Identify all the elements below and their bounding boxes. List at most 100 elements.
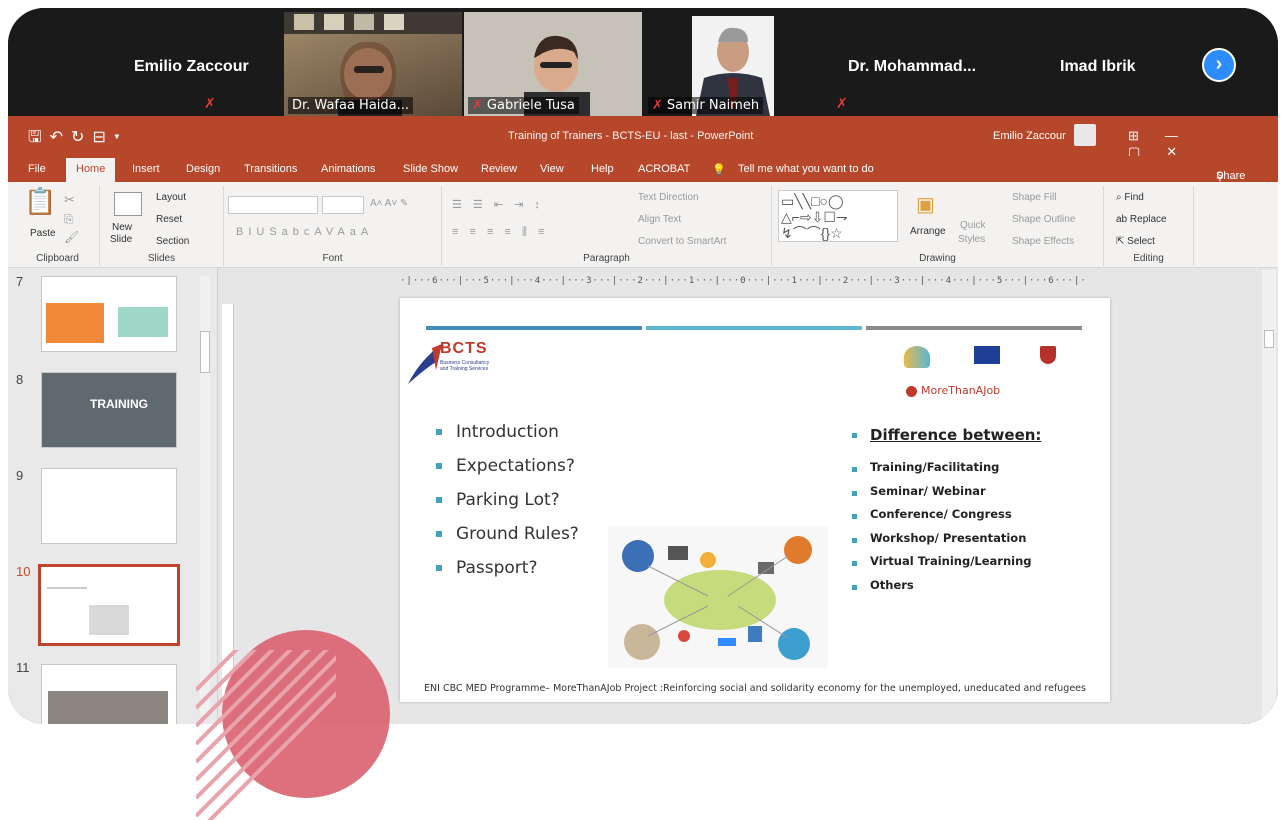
slide-canvas[interactable]: BCTS Business Consultancy and Training S… [400, 298, 1110, 702]
slide-number: 11 [16, 660, 30, 675]
shape-fill-button[interactable]: Shape Fill [1012, 192, 1056, 203]
participant-video[interactable]: ✗ Samir Naimeh [644, 12, 822, 116]
font-name-dropdown[interactable] [228, 196, 318, 214]
tab-file[interactable]: File [28, 163, 46, 175]
new-slide-button-line2[interactable]: Slide [110, 234, 132, 245]
decorative-stripes [196, 650, 336, 820]
thumbnail-image [46, 303, 104, 343]
eu-flag-logo [974, 346, 1000, 364]
arrange-button[interactable]: Arrange [910, 226, 946, 237]
participant-video[interactable]: ✗ Gabriele Tusa [464, 12, 642, 116]
header-bar [646, 326, 862, 330]
tell-me-search[interactable]: Tell me what you want to do [738, 163, 874, 175]
horizontal-ruler: ·|···6···|···5···|···4···|···3···|···2··… [400, 276, 1087, 286]
list-item: Introduction [436, 422, 579, 456]
tab-transitions[interactable]: Transitions [244, 163, 297, 175]
slides-group: New Slide Layout Reset Section Slides [100, 186, 224, 266]
alignment-buttons[interactable]: ≡ ≡ ≡ ≡ ⫼ ≡ [452, 226, 548, 239]
scrollbar-thumb[interactable] [1264, 330, 1274, 348]
shape-effects-button[interactable]: Shape Effects [1012, 236, 1074, 247]
partner-name: MoreThanAJob [921, 384, 1001, 397]
tab-slide-show[interactable]: Slide Show [403, 163, 458, 175]
thumbnail-image [89, 605, 129, 635]
shape-outline-button[interactable]: Shape Outline [1012, 214, 1075, 225]
tab-home[interactable]: Home [66, 158, 116, 182]
morethanajob-logo: MoreThanAJob [906, 384, 1000, 397]
chevron-right-icon: › [1215, 53, 1223, 75]
quick-styles-button[interactable]: Quick [960, 220, 986, 231]
drawing-group: ▭╲╲□○◯ △⌐⇨⇩☐⇁ ↯⌒⌒{}☆ ▣ Arrange Quick Style… [772, 186, 1104, 266]
new-slide-icon [114, 192, 142, 216]
slide-thumbnail[interactable] [41, 276, 177, 352]
text-direction-button[interactable]: Text Direction [638, 192, 699, 203]
region-crest-logo [1040, 346, 1056, 364]
scrollbar-thumb[interactable] [200, 331, 210, 373]
align-text-button[interactable]: Align Text [638, 214, 681, 225]
tab-insert[interactable]: Insert [132, 163, 160, 175]
font-size-dropdown[interactable] [322, 196, 364, 214]
tab-design[interactable]: Design [186, 163, 220, 175]
collage-illustration [608, 526, 828, 668]
replace-button[interactable]: ab Replace [1116, 214, 1167, 225]
format-painter-icon[interactable]: 🖌 [64, 230, 79, 244]
slides-label: Slides [147, 253, 176, 264]
slide-thumbnail-selected[interactable] [38, 564, 180, 646]
bcts-logo: BCTS Business Consultancy and Training S… [406, 340, 506, 386]
copy-icon[interactable]: ⎘ [64, 212, 74, 227]
left-bullet-list: Introduction Expectations? Parking Lot? … [436, 422, 579, 592]
font-format-buttons[interactable]: BIUSabcAVAaA [236, 226, 373, 238]
cut-icon[interactable]: ✂ [64, 192, 75, 208]
editor-scrollbar[interactable] [1262, 270, 1276, 722]
right-bullet-list: Difference between: Training/Facilitatin… [852, 426, 1041, 601]
list-item: Virtual Training/Learning [852, 554, 1041, 578]
header-bar [426, 326, 642, 330]
next-page-button[interactable]: › [1202, 48, 1236, 82]
mic-muted-icon: ✗ [472, 98, 483, 113]
lightbulb-icon: 💡 [712, 164, 726, 176]
list-item: Expectations? [436, 456, 579, 490]
logo-dot-icon [906, 385, 917, 397]
participant-tile[interactable]: Emilio Zaccour ✗ [104, 12, 282, 116]
paste-button[interactable]: Paste [30, 228, 56, 239]
cursor-icon: ⇱ [1116, 236, 1128, 247]
tab-review[interactable]: Review [481, 163, 517, 175]
tab-acrobat[interactable]: ACROBAT [638, 163, 690, 175]
tab-help[interactable]: Help [591, 163, 614, 175]
slide-thumbnail[interactable] [41, 664, 177, 724]
replace-icon: ab [1116, 214, 1130, 225]
mic-muted-icon: ✗ [204, 95, 216, 111]
user-name[interactable]: Emilio Zaccour [993, 130, 1066, 142]
quick-styles-button-line2[interactable]: Styles [958, 234, 985, 245]
convert-smartart-button[interactable]: Convert to SmartArt [638, 236, 726, 247]
participant-tile[interactable]: Imad Ibrik [1004, 12, 1184, 116]
participant-video[interactable]: Dr. Wafaa Haida... [284, 12, 462, 116]
tab-animations[interactable]: Animations [321, 163, 375, 175]
thumbnail-text [47, 587, 87, 617]
slide-thumbnail[interactable]: TRAINING [41, 372, 177, 448]
select-button[interactable]: ⇱ Select [1116, 236, 1155, 247]
participant-label: ✗ Samir Naimeh [648, 97, 764, 114]
network-collage-image [608, 526, 828, 668]
quick-access-toolbar[interactable]: 🖫↶↻⊟▾ [28, 126, 128, 153]
find-button[interactable]: ⌕ Find [1116, 192, 1144, 203]
list-item: Seminar/ Webinar [852, 484, 1041, 508]
title-bar: 🖫↶↻⊟▾ Training of Trainers - BCTS-EU - l… [8, 116, 1278, 159]
reset-button[interactable]: Reset [156, 214, 182, 225]
new-slide-button[interactable]: New [112, 222, 132, 233]
ribbon: 📋 Paste ✂ ⎘ 🖌 Clipboard New Slide Layout… [8, 182, 1278, 268]
slide-thumbnail[interactable] [41, 468, 177, 544]
avatar[interactable] [1074, 124, 1096, 146]
thumbnail-image [118, 307, 168, 337]
font-size-buttons[interactable]: A˄ A˅ ✎ [370, 198, 408, 209]
list-buttons[interactable]: ☰ ☰ ⇤ ⇥ ↕ [452, 198, 544, 211]
tab-view[interactable]: View [540, 163, 564, 175]
list-heading: Difference between: [852, 426, 1041, 460]
section-button[interactable]: Section [156, 236, 189, 247]
participant-name: Samir Naimeh [666, 98, 760, 113]
editing-group: ⌕ Find ab Replace ⇱ Select Editing [1104, 186, 1194, 266]
layout-button[interactable]: Layout [156, 192, 186, 203]
shapes-gallery[interactable]: ▭╲╲□○◯ △⌐⇨⇩☐⇁ ↯⌒⌒{}☆ [778, 190, 898, 242]
participant-tile[interactable]: Dr. Mohammad... ✗ [824, 12, 1002, 116]
slide-number: 9 [16, 468, 24, 483]
clipboard-label: Clipboard [36, 253, 79, 264]
